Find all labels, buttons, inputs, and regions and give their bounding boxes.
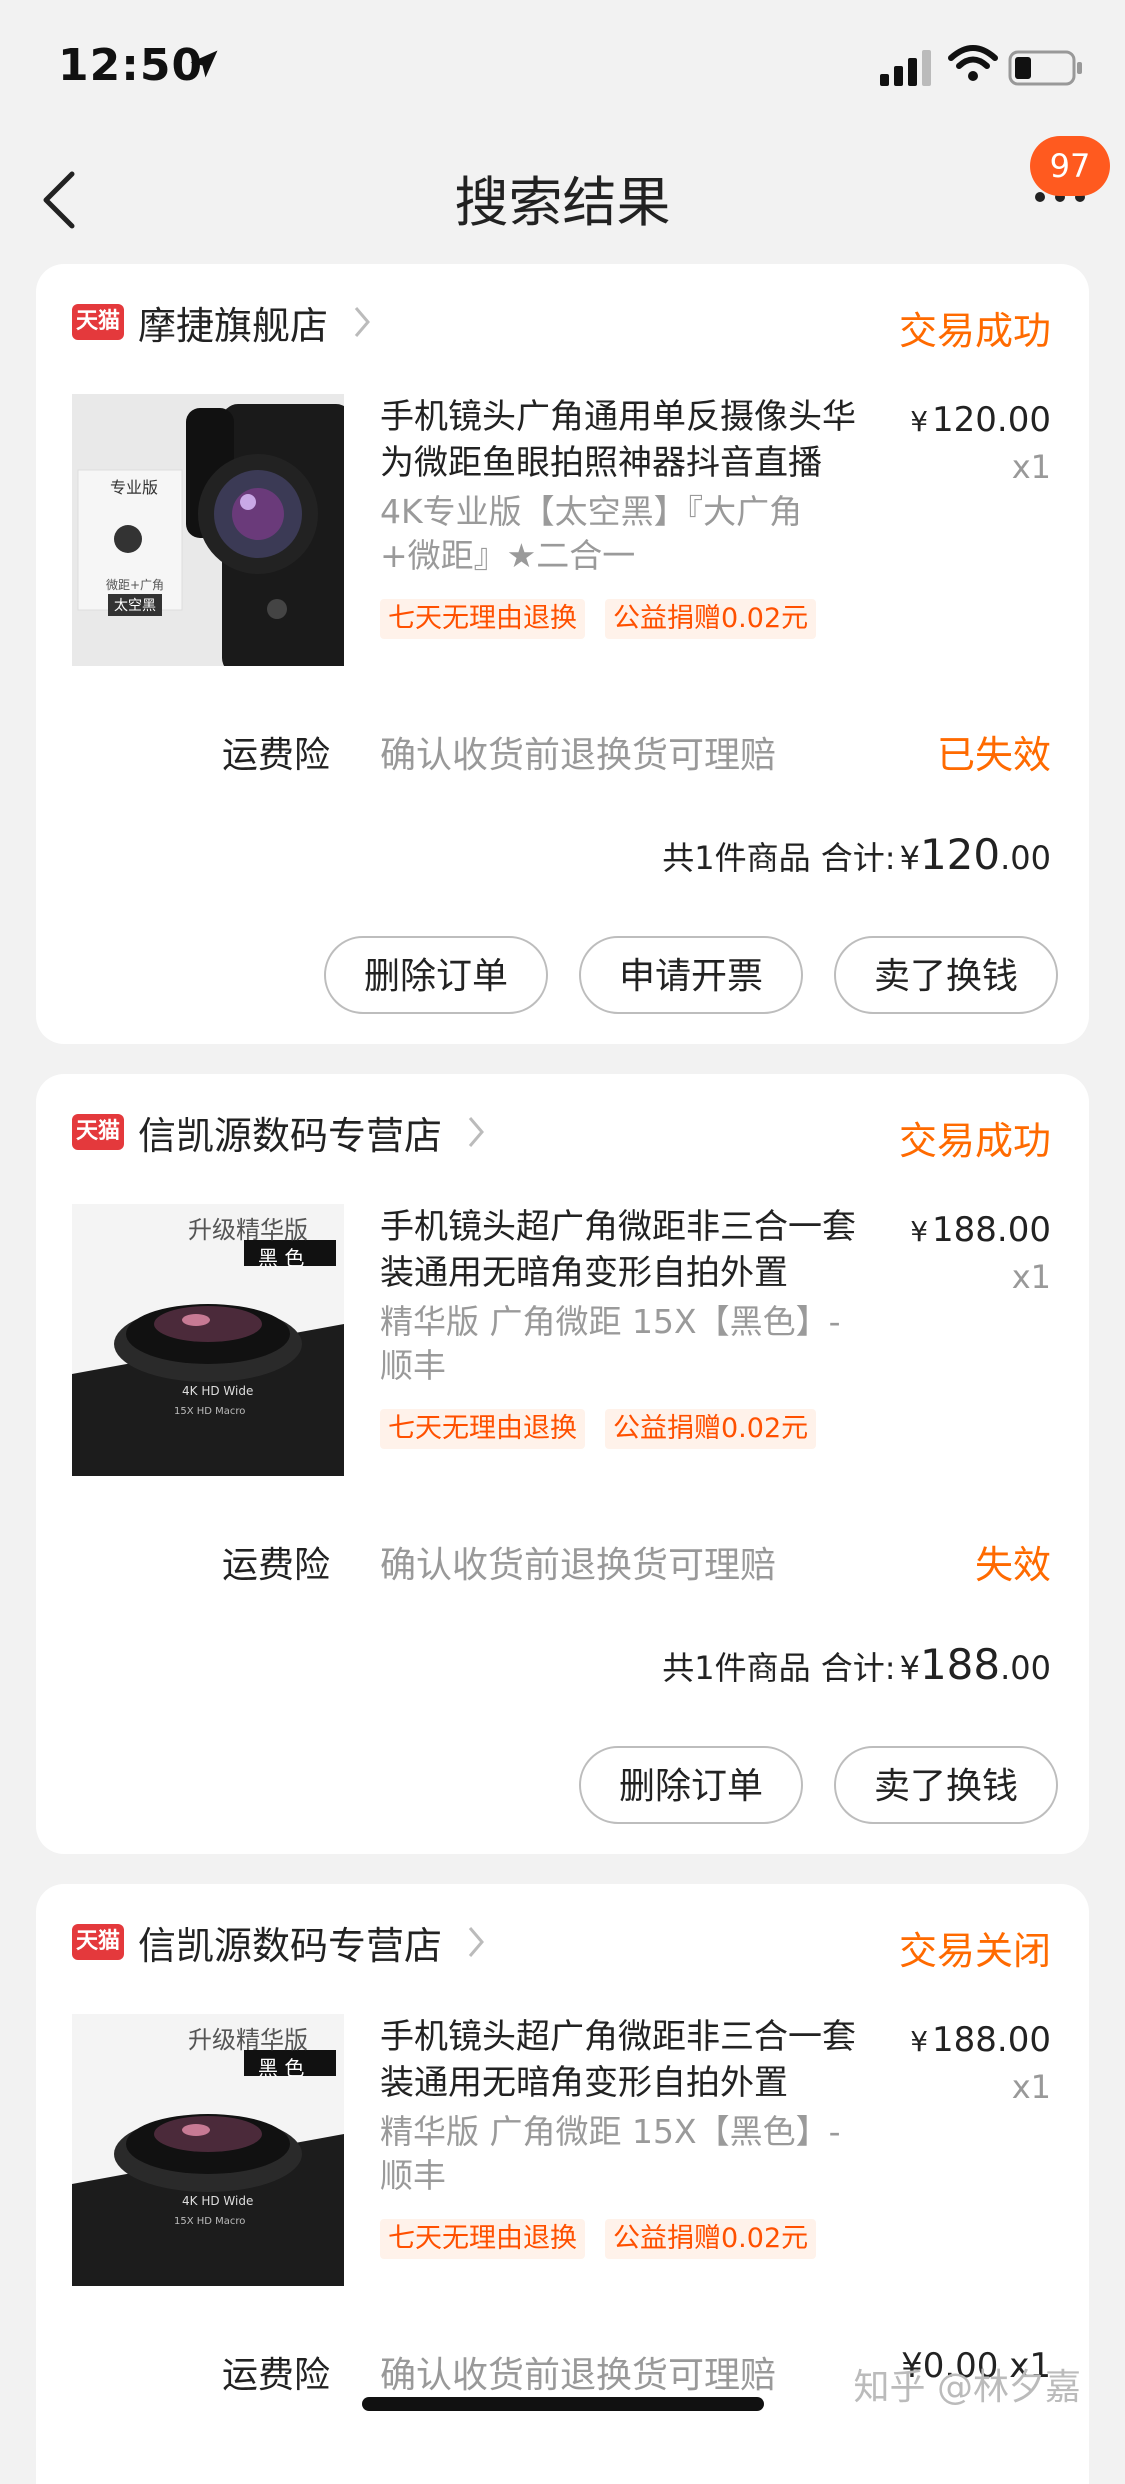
watermark: 知乎 @林夕嘉 — [853, 2367, 1081, 2408]
thumb-caption-mid: 微距+广角 — [106, 578, 165, 592]
insurance-label: 运费险 — [222, 735, 331, 776]
service-tags: 七天无理由退换 公益捐赠0.02元 — [380, 599, 817, 639]
insurance-status: 已失效 — [936, 733, 1051, 777]
product-price: ¥188.00 — [910, 2020, 1051, 2060]
status-time: 12:50 — [58, 40, 204, 91]
total-dec: .00 — [1000, 1649, 1051, 1687]
price-value: 188.00 — [932, 2020, 1051, 2060]
tmall-badge-icon: 天猫 — [72, 304, 124, 340]
insurance-desc: 确认收货前退换货可理赔 — [380, 2355, 777, 2396]
order-status: 交易关闭 — [898, 1929, 1051, 1973]
insurance-status: 失效 — [974, 1543, 1051, 1587]
shop-row[interactable]: 天猫 信凯源数码专营店 — [72, 1912, 486, 1972]
product-qty: x1 — [1011, 448, 1051, 486]
product-sku: 精华版 广角微距 15X【黑色】-顺丰 — [380, 2112, 841, 2195]
insurance-desc: 确认收货前退换货可理赔 — [380, 735, 777, 776]
status-bar: 12:50 — [0, 0, 1125, 130]
thumb-lens-label-2: 15X HD Macro — [174, 1406, 246, 1417]
thumb-lens-label: 4K HD Wide — [182, 2194, 254, 2208]
product-qty: x1 — [1011, 2068, 1051, 2106]
tag-seven-day-return: 七天无理由退换 — [380, 1409, 585, 1449]
nav-bar: 搜索结果 — [0, 130, 1125, 260]
total-yen: ¥ — [899, 1649, 920, 1687]
product-sku: 4K专业版【太空黑】『大广角+微距』★二合一 — [380, 492, 803, 575]
request-invoice-button[interactable]: 申请开票 — [579, 936, 803, 1014]
shop-name: 信凯源数码专营店 — [138, 1113, 443, 1158]
location-arrow-icon — [190, 50, 218, 78]
chevron-right-icon — [468, 1117, 484, 1147]
sell-for-cash-button[interactable]: 卖了换钱 — [834, 936, 1058, 1014]
tag-charity: 公益捐赠0.02元 — [605, 599, 817, 639]
insurance-desc: 确认收货前退换货可理赔 — [380, 1545, 777, 1586]
cellular-signal-icon — [880, 50, 931, 86]
shop-row[interactable]: 天猫 摩捷旗舰店 — [72, 292, 372, 352]
order-total: 共1件商品 合计: ¥120.00 — [662, 830, 1051, 879]
service-tags: 七天无理由退换 公益捐赠0.02元 — [380, 2219, 817, 2259]
product-qty: x1 — [1011, 1258, 1051, 1296]
product-sku: 精华版 广角微距 15X【黑色】-顺丰 — [380, 1302, 841, 1385]
total-int: 188 — [919, 1640, 1001, 1689]
delete-order-button[interactable]: 删除订单 — [579, 1746, 803, 1824]
total-prefix: 共1件商品 合计: — [662, 839, 896, 877]
home-indicator[interactable] — [362, 2397, 764, 2411]
tag-seven-day-return: 七天无理由退换 — [380, 2219, 585, 2259]
thumb-caption-top: 升级精华版 — [188, 2026, 308, 2054]
service-tags: 七天无理由退换 公益捐赠0.02元 — [380, 1409, 817, 1449]
battery-icon — [1008, 50, 1082, 86]
product-title[interactable]: 手机镜头超广角微距非三合一套装通用无暗角变形自拍外置 — [380, 1204, 860, 1296]
tag-charity: 公益捐赠0.02元 — [605, 1409, 817, 1449]
order-total: 共1件商品 合计: ¥188.00 — [662, 1640, 1051, 1689]
page-title: 搜索结果 — [454, 171, 671, 234]
total-dec: .00 — [1000, 839, 1051, 877]
thumb-caption-top: 专业版 — [110, 478, 159, 497]
thumb-lens-label-2: 15X HD Macro — [174, 2216, 246, 2227]
total-yen: ¥ — [899, 839, 920, 877]
total-int: 120 — [919, 830, 1001, 879]
order-status: 交易成功 — [898, 309, 1051, 353]
price-value: 120.00 — [932, 400, 1051, 440]
product-title[interactable]: 手机镜头超广角微距非三合一套装通用无暗角变形自拍外置 — [380, 2014, 860, 2106]
chevron-right-icon — [354, 307, 370, 337]
thumb-caption-top: 升级精华版 — [188, 1216, 308, 1244]
thumb-lens-label: 4K HD Wide — [182, 1384, 254, 1398]
tag-seven-day-return: 七天无理由退换 — [380, 599, 585, 639]
tag-charity: 公益捐赠0.02元 — [605, 2219, 817, 2259]
insurance-label: 运费险 — [222, 2355, 331, 2396]
tmall-badge-icon: 天猫 — [72, 1114, 124, 1150]
insurance-label: 运费险 — [222, 1545, 331, 1586]
order-card: 天猫 信凯源数码专营店 交易成功 升级精华版 黑 色 4K HD Wide 15… — [36, 1074, 1089, 1854]
order-status: 交易成功 — [898, 1119, 1051, 1163]
order-card: 天猫 摩捷旗舰店 交易成功 专业版 微距+广角 太空黑 手机镜头广角通用单反摄像… — [36, 264, 1089, 1044]
product-title[interactable]: 手机镜头广角通用单反摄像头华为微距鱼眼拍照神器抖音直播 — [380, 394, 860, 486]
product-price: ¥188.00 — [910, 1210, 1051, 1250]
thumb-badge: 黑 色 — [258, 1246, 305, 1270]
shop-name: 信凯源数码专营店 — [138, 1923, 443, 1968]
message-badge: 97 — [1030, 136, 1110, 196]
product-image[interactable] — [72, 394, 344, 666]
thumb-badge: 黑 色 — [258, 2056, 305, 2080]
delete-order-button[interactable]: 删除订单 — [324, 936, 548, 1014]
price-value: 188.00 — [932, 1210, 1051, 1250]
thumb-badge: 太空黑 — [108, 594, 162, 616]
product-price: ¥120.00 — [910, 400, 1051, 440]
sell-for-cash-button[interactable]: 卖了换钱 — [834, 1746, 1058, 1824]
wifi-icon — [948, 45, 998, 81]
total-prefix: 共1件商品 合计: — [662, 1649, 896, 1687]
chevron-right-icon — [468, 1927, 484, 1957]
tmall-badge-icon: 天猫 — [72, 1924, 124, 1960]
shop-name: 摩捷旗舰店 — [138, 303, 329, 348]
shop-row[interactable]: 天猫 信凯源数码专营店 — [72, 1102, 486, 1162]
